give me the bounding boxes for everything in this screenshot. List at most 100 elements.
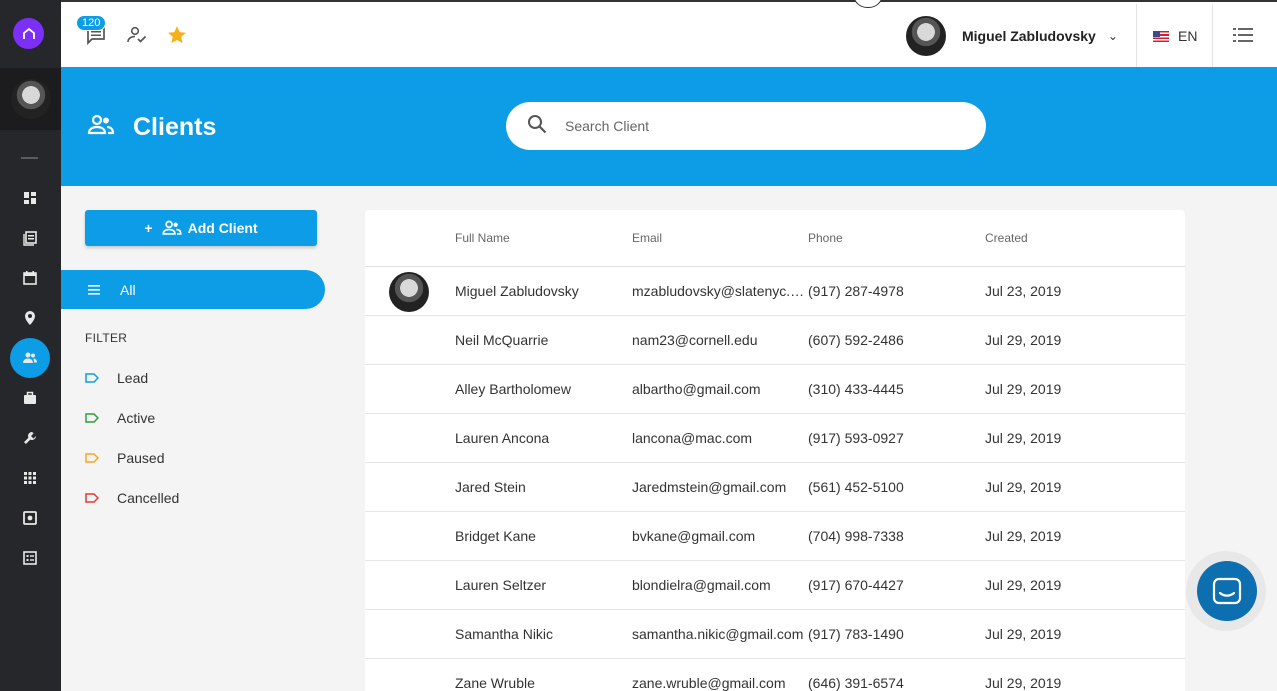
table-row[interactable]: Lauren Seltzer blondielra@gmail.com (917… [365,561,1185,610]
client-phone: (917) 593-0927 [808,430,904,446]
chat-launcher-button[interactable] [1197,561,1257,621]
tag-icon [85,453,99,463]
forms-icon[interactable] [10,538,50,578]
client-phone: (917) 670-4427 [808,577,904,593]
filter-heading: FILTER [85,331,128,345]
search-bar[interactable] [506,102,986,150]
topbar-divider [1212,4,1213,67]
table-row[interactable]: Lauren Ancona lancona@mac.com (917) 593-… [365,414,1185,463]
client-created: Jul 29, 2019 [985,332,1062,348]
table-row[interactable]: Bridget Kane bvkane@gmail.com (704) 998-… [365,512,1185,561]
table-row[interactable]: Samantha Nikic samantha.nikic@gmail.com … [365,610,1185,659]
table-row[interactable]: Zane Wruble zane.wruble@gmail.com (646) … [365,659,1185,691]
left-rail [0,0,61,691]
client-name: Miguel Zabludovsky [455,283,579,299]
filter-label: Paused [117,450,165,466]
dashboard-icon[interactable] [10,178,50,218]
client-name: Jared Stein [455,479,526,495]
add-client-button[interactable]: + Add Client [85,210,317,246]
chevron-down-icon: ⌄ [1107,29,1118,43]
client-email: zane.wruble@gmail.com [632,675,786,691]
filter-label: Lead [117,370,149,386]
client-name: Lauren Seltzer [455,577,547,593]
user-menu[interactable]: Miguel Zabludovsky ⌄ [906,16,1118,56]
search-input[interactable] [565,118,945,134]
filter-lead[interactable]: Lead [85,370,148,386]
search-icon [527,114,547,139]
column-header[interactable]: Phone [808,231,843,245]
tag-icon [85,493,99,503]
client-name: Samantha Nikic [455,626,554,642]
user-check-icon[interactable] [124,22,150,48]
tag-icon [85,413,99,423]
client-phone: (607) 592-2486 [808,332,904,348]
message-count-badge: 120 [76,15,107,31]
client-email: samantha.nikic@gmail.com [632,626,804,642]
client-created: Jul 29, 2019 [985,528,1062,544]
client-name: Alley Bartholomew [455,381,571,397]
table-header: Full Name Email Phone Created [365,210,1185,267]
client-phone: (561) 452-5100 [808,479,904,495]
client-name: Neil McQuarrie [455,332,549,348]
plus-icon: + [144,220,153,236]
avatar [389,272,429,312]
client-phone: (917) 783-1490 [808,626,904,642]
table-row[interactable]: Jared Stein Jaredmstein@gmail.com (561) … [365,463,1185,512]
tools-icon[interactable] [10,418,50,458]
add-client-label: Add Client [187,220,258,236]
table-row[interactable]: Alley Bartholomew albartho@gmail.com (31… [365,365,1185,414]
client-created: Jul 29, 2019 [985,626,1062,642]
filter-all[interactable]: All [61,270,325,309]
page-header: Clients [61,67,1277,186]
client-created: Jul 29, 2019 [985,479,1062,495]
table-row[interactable]: Neil McQuarrie nam23@cornell.edu (607) 5… [365,316,1185,365]
client-created: Jul 29, 2019 [985,577,1062,593]
client-created: Jul 29, 2019 [985,675,1062,691]
rail-avatar[interactable] [0,68,61,130]
column-header[interactable]: Email [632,231,662,245]
client-email: nam23@cornell.edu [632,332,758,348]
table-row[interactable]: Miguel Zabludovsky mzabludovsky@slatenyc… [365,267,1185,316]
filter-active[interactable]: Active [85,410,155,426]
gallery-icon[interactable] [10,498,50,538]
filter-cancelled[interactable]: Cancelled [85,490,179,506]
star-icon[interactable] [164,22,190,48]
column-header[interactable]: Created [985,231,1028,245]
client-created: Jul 23, 2019 [985,283,1062,299]
filter-all-label: All [120,281,136,298]
calendar-icon[interactable] [10,258,50,298]
client-email: albartho@gmail.com [632,381,761,397]
filter-paused[interactable]: Paused [85,450,164,466]
apps-icon[interactable] [10,458,50,498]
column-header[interactable]: Full Name [455,231,510,245]
clients-icon[interactable] [10,338,50,378]
topbar-divider [1136,4,1137,67]
clients-icon [87,114,115,141]
client-name: Bridget Kane [455,528,536,544]
client-phone: (646) 391-6574 [808,675,904,691]
client-email: mzabludovsky@slatenyc.com [632,283,808,299]
page-title: Clients [133,113,217,141]
documents-icon[interactable] [10,218,50,258]
camera-notch [853,0,883,8]
chat-icon [1212,577,1242,605]
client-email: Jaredmstein@gmail.com [632,479,787,495]
clients-icon [161,220,182,235]
tag-icon [85,373,99,383]
client-email: bvkane@gmail.com [632,528,756,544]
client-created: Jul 29, 2019 [985,381,1062,397]
client-email: blondielra@gmail.com [632,577,771,593]
avatar [906,16,946,56]
menu-icon[interactable] [1233,26,1253,49]
home-icon[interactable] [13,18,44,49]
language-label: EN [1178,28,1198,44]
language-selector[interactable]: EN [1153,28,1197,44]
briefcase-icon[interactable] [10,378,50,418]
client-phone: (917) 287-4978 [808,283,904,299]
list-icon [88,282,100,298]
client-phone: (310) 433-4445 [808,381,904,397]
client-email: lancona@mac.com [632,430,753,446]
location-icon[interactable] [10,298,50,338]
client-name: Lauren Ancona [455,430,550,446]
user-name: Miguel Zabludovsky [962,28,1096,44]
